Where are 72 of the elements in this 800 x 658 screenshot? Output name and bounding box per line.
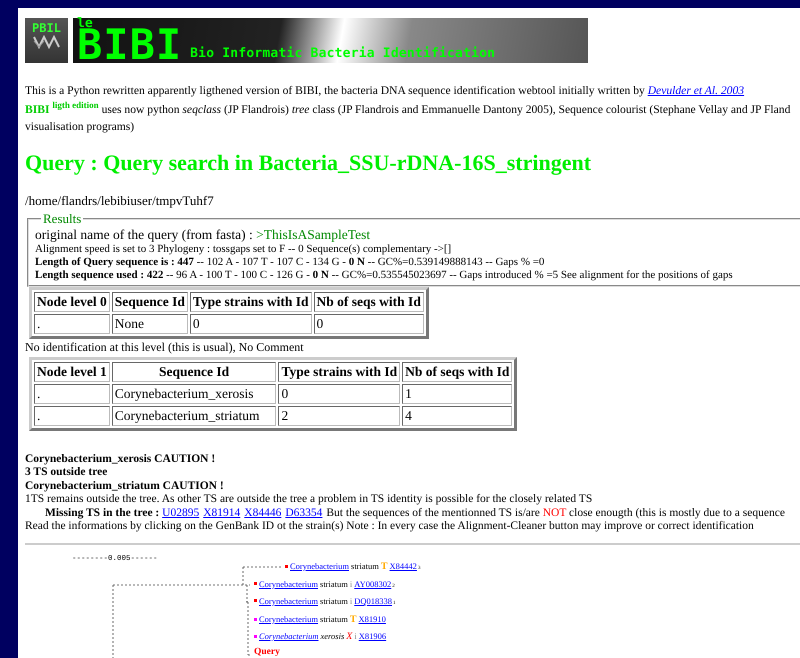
intro-text: BIBI $^{ligth edition}$ uses now python seqclass (JP Flandrois) tree class (JP Flandrois and Emmanuelle Dantony 2005), Sequence colourist (Stephane Vellay and JP Fland — [25, 99, 792, 117]
column-header: Node level 0 — [34, 292, 110, 312]
genbank-link[interactable]: U02895 — [162, 506, 200, 519]
missing-ts-text: Missing TS in the tree : U02895 X81914 X84446 D63354 But the sequences of the mentionned TS is/are NOT close enougth (this is mostly due to a sequence — [44, 506, 786, 520]
remark-text: 1TS remains outside the tree. As other TS are outside the tree a problem in TS identity is possible for the closely related TS — [25, 493, 594, 507]
intro-text: visualisation programs) — [25, 118, 136, 134]
genus-link[interactable]: Corynebacterium — [259, 630, 318, 641]
table-cell: . — [34, 406, 110, 426]
sequence-count: 3 — [418, 566, 420, 571]
file-path: /home/flandrs/lebibiuser/tmpvTuhf7 — [25, 192, 215, 209]
species-name: xerosis — [320, 630, 344, 641]
column-header: Type strains with Id — [190, 292, 312, 312]
table-cell: . — [34, 314, 110, 334]
table-cell: 0 — [190, 314, 312, 334]
sequence-count: 2 — [392, 584, 395, 589]
caution-text: Corynebacterium_xerosis CAUTION ! — [25, 452, 216, 466]
species-name: striatum — [320, 578, 348, 589]
strain-mark: i — [350, 578, 352, 589]
table-cell: None — [112, 314, 188, 334]
species-name: striatum — [320, 596, 348, 606]
results-legend: Results — [41, 210, 84, 227]
column-header: Node level 1 — [34, 362, 110, 382]
query-name-line: original name of the query (from fasta) : >ThisIsASampleTest — [35, 226, 372, 243]
table-comment: No identification at this level (this is usual), No Comment — [25, 340, 305, 355]
intro-text: This is a Python rewritten apparently ligthened version of BIBI, the bacteria DNA sequence identification webtool initially written by Devulder et Al. 2003 — [25, 83, 746, 98]
genbank-link[interactable]: X84446 — [244, 506, 282, 519]
caution-text: 3 TS outside tree — [25, 466, 108, 480]
result-info-text: Alignment speed is set to 3 Phylogeny : tossgaps set to F -- 0 Sequence(s) complementary ->[] — [35, 242, 452, 256]
genus-link[interactable]: Corynebacterium — [259, 578, 318, 589]
strain-mark: T — [380, 560, 388, 572]
accession-link[interactable]: X84442 — [390, 560, 417, 571]
strain-mark: i — [350, 596, 352, 606]
tree-branch-line — [242, 566, 282, 568]
genus-link[interactable]: Corynebacterium — [290, 560, 350, 571]
table-cell: 0 — [314, 314, 424, 334]
citation-link[interactable]: Devulder et Al. 2003 — [648, 84, 744, 97]
strain-mark: i — [354, 630, 357, 641]
result-info-text: Length sequence used : 422 -- 96 A - 100 T - 100 C - 126 G - 0 N -- GC%=0.535545023697 -- Gaps introduced % =5 See alignment for the positions of gaps — [35, 268, 734, 282]
column-header: Sequence Id — [112, 292, 188, 312]
accession-link[interactable]: DQ018338 — [354, 596, 392, 606]
table-cell: 4 — [402, 406, 512, 426]
page-heading: Query : Query search in Bacteria_SSU-rDNA-16S_stringent — [25, 150, 592, 176]
genbank-link[interactable]: X81914 — [203, 506, 240, 519]
accession-link[interactable]: X81910 — [358, 614, 386, 624]
sequence-count: 1 — [393, 600, 396, 606]
table-cell: Corynebacterium_striatum — [112, 406, 276, 426]
table-cell: 0 — [278, 384, 400, 404]
logo-badge-text: PBIL — [32, 21, 61, 35]
genbank-link[interactable]: D63354 — [285, 506, 322, 519]
logo-title: BIBI — [77, 27, 182, 63]
species-name: striatum — [351, 560, 379, 571]
accession-link[interactable]: X81906 — [358, 630, 386, 641]
table-cell: 2 — [278, 406, 400, 426]
column-header: Sequence Id — [112, 362, 276, 382]
caution-text: Corynebacterium_striatum CAUTION ! — [25, 480, 225, 494]
wave-icon — [32, 35, 60, 49]
logo-subtitle: Bio Informatic Bacteria Identification — [190, 46, 496, 61]
table-cell: 1 — [402, 384, 512, 404]
genus-link[interactable]: Corynebacterium — [259, 614, 318, 624]
column-header: Nb of seqs with Id — [314, 292, 424, 312]
accession-link[interactable]: AY008302 — [354, 578, 392, 589]
genus-link[interactable]: Corynebacterium — [259, 596, 318, 606]
column-header: Nb of seqs with Id — [402, 362, 512, 382]
species-name: striatum — [320, 614, 348, 624]
result-info-text: Length of Query sequence is : 447 -- 102 A - 107 T - 107 C - 134 G - 0 N -- GC%=0.539149888143 -- Gaps % =0 — [35, 256, 546, 269]
strain-mark: X — [346, 630, 352, 642]
table-cell: . — [34, 384, 110, 404]
query-leaf-label: Query — [254, 646, 280, 657]
column-header: Type strains with Id — [278, 362, 400, 382]
note-text: Read the informations by clicking on the GenBank ID ot the strain(s) Note : In every case the Alignment-Cleaner button may improve or correct identification — [25, 520, 755, 534]
table-cell: Corynebacterium_xerosis — [112, 384, 276, 404]
strain-mark: T — [350, 614, 357, 625]
